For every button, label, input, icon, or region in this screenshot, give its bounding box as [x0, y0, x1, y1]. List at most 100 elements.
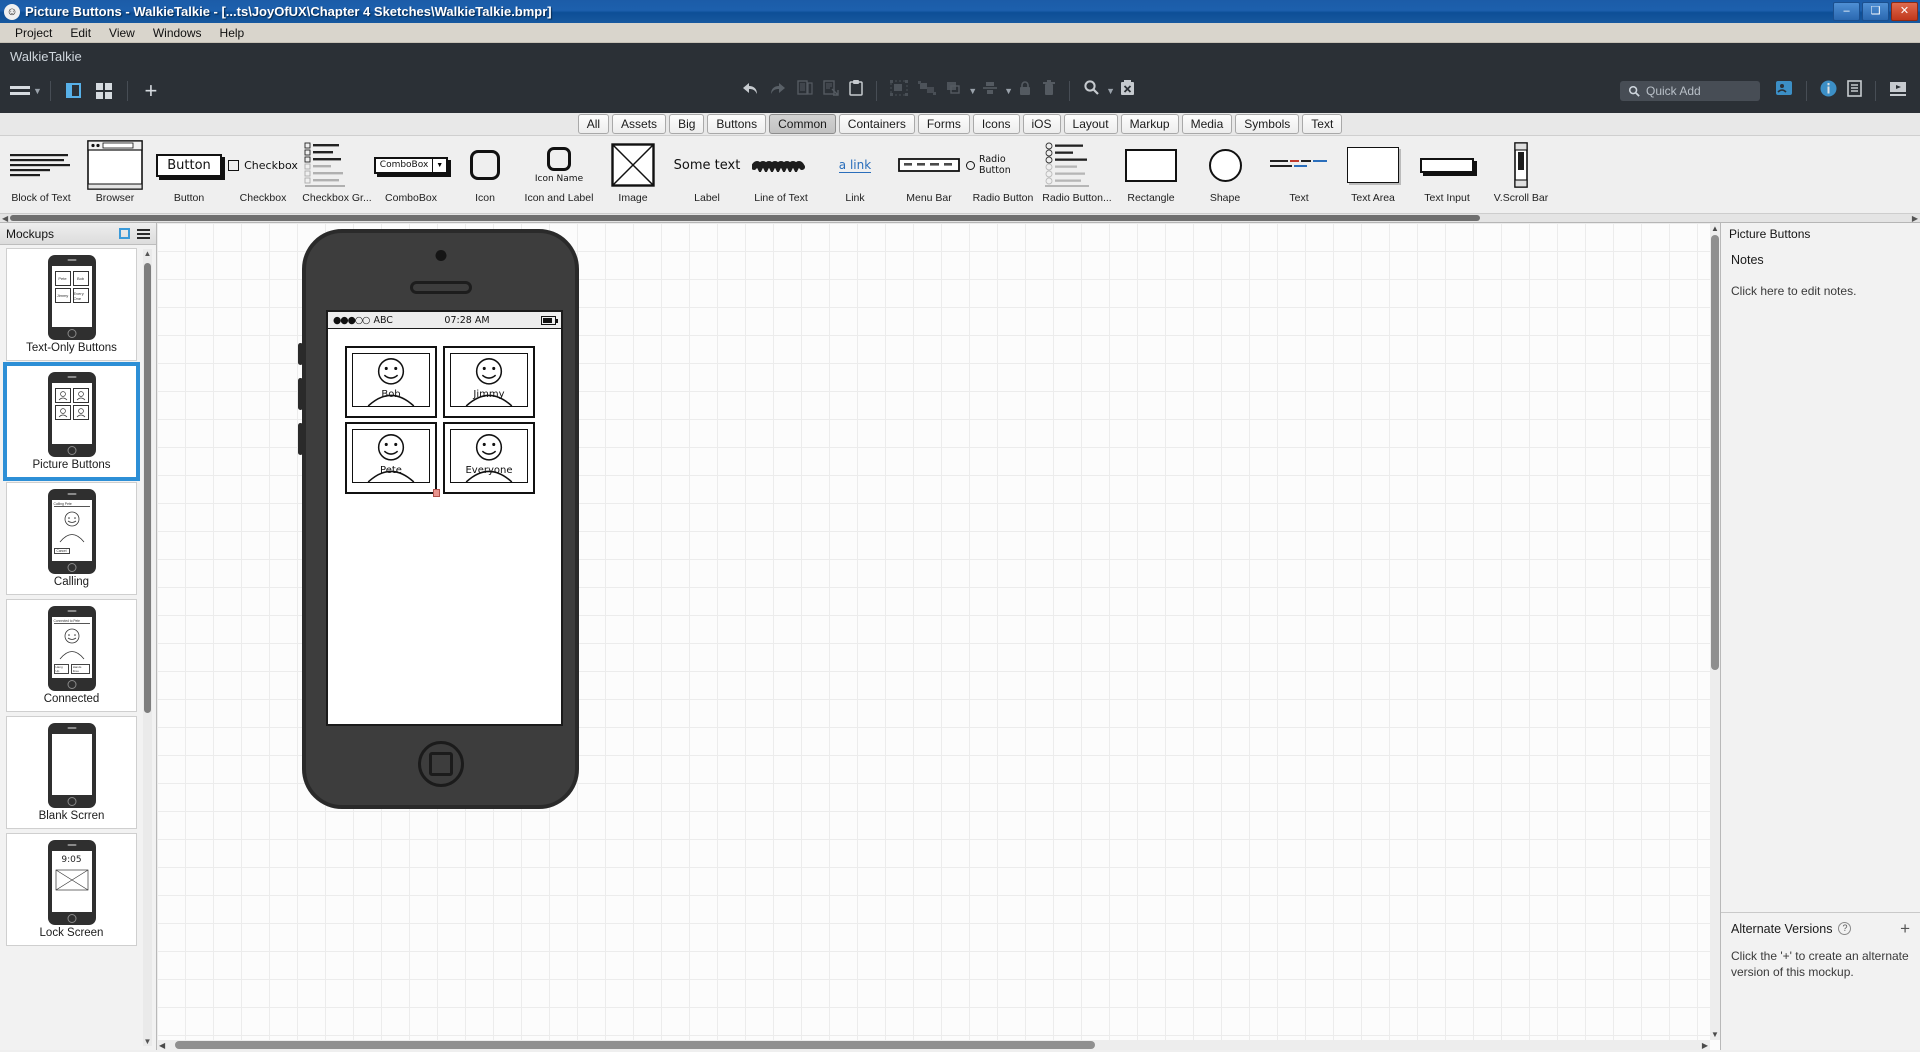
picture-button-pete[interactable]: Pete: [345, 422, 440, 497]
paste-icon[interactable]: [849, 80, 863, 101]
mockup-canvas[interactable]: ●●●○○ ABC 07:28 AM Bob Jimmy Pete Everyo…: [157, 223, 1710, 1040]
view-grid-icon[interactable]: [92, 80, 116, 102]
cut-icon[interactable]: [823, 80, 839, 101]
palette-item-button[interactable]: Button Button: [152, 136, 226, 218]
palette-item-menu-bar[interactable]: Menu Bar: [892, 136, 966, 218]
mockup-card-connected[interactable]: Connected to Pete Hang Up Hands Free Con…: [6, 599, 137, 712]
phone-screen[interactable]: ●●●○○ ABC 07:28 AM Bob Jimmy Pete Everyo…: [326, 310, 563, 726]
palette-item-checkbox[interactable]: Checkbox Checkbox: [226, 136, 300, 218]
category-tab-layout[interactable]: Layout: [1063, 114, 1118, 134]
palette-item-text-input[interactable]: Text Input: [1410, 136, 1484, 218]
zoom-icon[interactable]: [1083, 80, 1100, 101]
category-tab-media[interactable]: Media: [1181, 114, 1233, 134]
quick-add-field[interactable]: Quick Add: [1620, 80, 1760, 101]
redo-icon[interactable]: [769, 80, 787, 101]
palette-item-icon-and-label[interactable]: Icon Name Icon and Label: [522, 136, 596, 218]
palette-item-radio-button[interactable]: Radio Button Radio Button: [966, 136, 1040, 218]
category-tab-all[interactable]: All: [577, 114, 610, 134]
present-icon[interactable]: [1889, 80, 1907, 102]
canvas-vertical-scrollbar[interactable]: ▲ ▼: [1710, 223, 1720, 1040]
category-tab-forms[interactable]: Forms: [917, 114, 970, 134]
sidebar-scroll-thumb[interactable]: [144, 263, 151, 713]
category-tab-icons[interactable]: Icons: [972, 114, 1020, 134]
arrange-icon[interactable]: [946, 80, 962, 101]
sidebar-menu-icon[interactable]: [137, 228, 150, 239]
help-icon[interactable]: ?: [1838, 922, 1852, 936]
mockup-card-blank-screen[interactable]: Blank Scrren: [6, 716, 137, 829]
category-tab-text[interactable]: Text: [1302, 114, 1343, 134]
scroll-left-arrow-icon[interactable]: ◀: [2, 214, 8, 223]
palette-item-text-area[interactable]: Text Area: [1336, 136, 1410, 218]
palette-item-link[interactable]: a link Link: [818, 136, 892, 218]
scroll-up-arrow-icon[interactable]: ▲: [143, 249, 152, 258]
canvas-vscroll-thumb[interactable]: [1711, 235, 1719, 670]
main-menu-icon[interactable]: [8, 80, 32, 102]
menu-item-edit[interactable]: Edit: [61, 25, 100, 41]
palette-item-rectangle[interactable]: Rectangle: [1114, 136, 1188, 218]
ungroup-icon[interactable]: [918, 80, 937, 101]
category-tab-containers[interactable]: Containers: [838, 114, 915, 134]
clear-icon[interactable]: [1120, 80, 1135, 101]
mockup-card-calling[interactable]: Calling Pete Cancel Calling: [6, 482, 137, 595]
mockup-canvas-area[interactable]: ●●●○○ ABC 07:28 AM Bob Jimmy Pete Everyo…: [157, 223, 1720, 1050]
share-icon[interactable]: [1775, 80, 1793, 101]
category-tab-ios[interactable]: iOS: [1022, 114, 1061, 134]
undo-icon[interactable]: [741, 80, 759, 101]
category-tab-markup[interactable]: Markup: [1120, 114, 1179, 134]
sidebar-view-toggle-icon[interactable]: [119, 228, 130, 239]
category-tab-common[interactable]: Common: [769, 114, 836, 134]
picture-button-jimmy[interactable]: Jimmy: [443, 346, 535, 418]
notes-icon[interactable]: [1847, 79, 1862, 102]
palette-item-label[interactable]: Some text Label: [670, 136, 744, 218]
palette-scrollbar[interactable]: ◀ ▶: [0, 213, 1920, 223]
palette-item-radio-button-group[interactable]: Radio Button...: [1040, 136, 1114, 218]
palette-item-checkbox-group[interactable]: Checkbox Gr...: [300, 136, 374, 218]
palette-item-line-of-text[interactable]: Line of Text: [744, 136, 818, 218]
menu-item-help[interactable]: Help: [211, 25, 254, 41]
notes-editor[interactable]: Click here to edit notes.: [1731, 283, 1910, 299]
palette-item-vscroll-bar[interactable]: V.Scroll Bar: [1484, 136, 1558, 218]
menu-item-windows[interactable]: Windows: [144, 25, 211, 41]
mockup-card-picture-buttons[interactable]: Picture Buttons: [3, 362, 140, 481]
scroll-down-arrow-icon[interactable]: ▼: [1711, 1030, 1719, 1039]
selection-handle[interactable]: [433, 489, 440, 497]
copy-icon[interactable]: [797, 80, 813, 101]
maximize-button[interactable]: ❑: [1862, 2, 1889, 21]
mockup-card-text-only-buttons[interactable]: Pete Bob Jimmy Every One Text-Only Butto…: [6, 248, 137, 361]
scroll-up-arrow-icon[interactable]: ▲: [1711, 224, 1719, 233]
canvas-horizontal-scrollbar[interactable]: ◀ ▶: [157, 1040, 1710, 1050]
lock-icon[interactable]: [1018, 80, 1032, 101]
palette-item-shape[interactable]: Shape: [1188, 136, 1262, 218]
palette-item-text[interactable]: Text: [1262, 136, 1336, 218]
palette-scroll-thumb[interactable]: [10, 215, 1480, 221]
category-tab-big[interactable]: Big: [669, 114, 705, 134]
canvas-hscroll-thumb[interactable]: [175, 1041, 1095, 1049]
add-mockup-icon[interactable]: +: [139, 79, 163, 102]
palette-item-block-of-text[interactable]: Block of Text: [4, 136, 78, 218]
picture-button-everyone[interactable]: Everyone: [443, 422, 535, 494]
menu-item-view[interactable]: View: [100, 25, 144, 41]
align-icon[interactable]: [982, 80, 998, 101]
palette-item-icon[interactable]: Icon: [448, 136, 522, 218]
group-icon[interactable]: [890, 80, 909, 101]
palette-item-browser[interactable]: Browser: [78, 136, 152, 218]
delete-icon[interactable]: [1042, 80, 1056, 101]
scroll-right-arrow-icon[interactable]: ▶: [1702, 1041, 1708, 1050]
mockups-list[interactable]: Pete Bob Jimmy Every One Text-Only Butto…: [0, 245, 156, 1050]
category-tab-symbols[interactable]: Symbols: [1235, 114, 1300, 134]
close-button[interactable]: ✕: [1891, 2, 1918, 21]
category-tab-buttons[interactable]: Buttons: [707, 114, 767, 134]
minimize-button[interactable]: –: [1833, 2, 1860, 21]
category-tab-assets[interactable]: Assets: [612, 114, 667, 134]
mockup-card-lock-screen[interactable]: 9:05 Lock Screen: [6, 833, 137, 946]
sidebar-scrollbar[interactable]: ▲ ▼: [143, 249, 152, 1046]
scroll-left-arrow-icon[interactable]: ◀: [159, 1041, 165, 1050]
palette-item-image[interactable]: Image: [596, 136, 670, 218]
palette-item-combobox[interactable]: ComboBox ▼ ComboBox: [373, 136, 449, 218]
add-alternate-version-button[interactable]: +: [1900, 920, 1910, 937]
picture-button-bob[interactable]: Bob: [345, 346, 437, 418]
info-icon[interactable]: [1820, 80, 1837, 102]
scroll-down-arrow-icon[interactable]: ▼: [143, 1037, 152, 1046]
view-single-icon[interactable]: [62, 80, 86, 102]
scroll-right-arrow-icon[interactable]: ▶: [1912, 214, 1918, 223]
